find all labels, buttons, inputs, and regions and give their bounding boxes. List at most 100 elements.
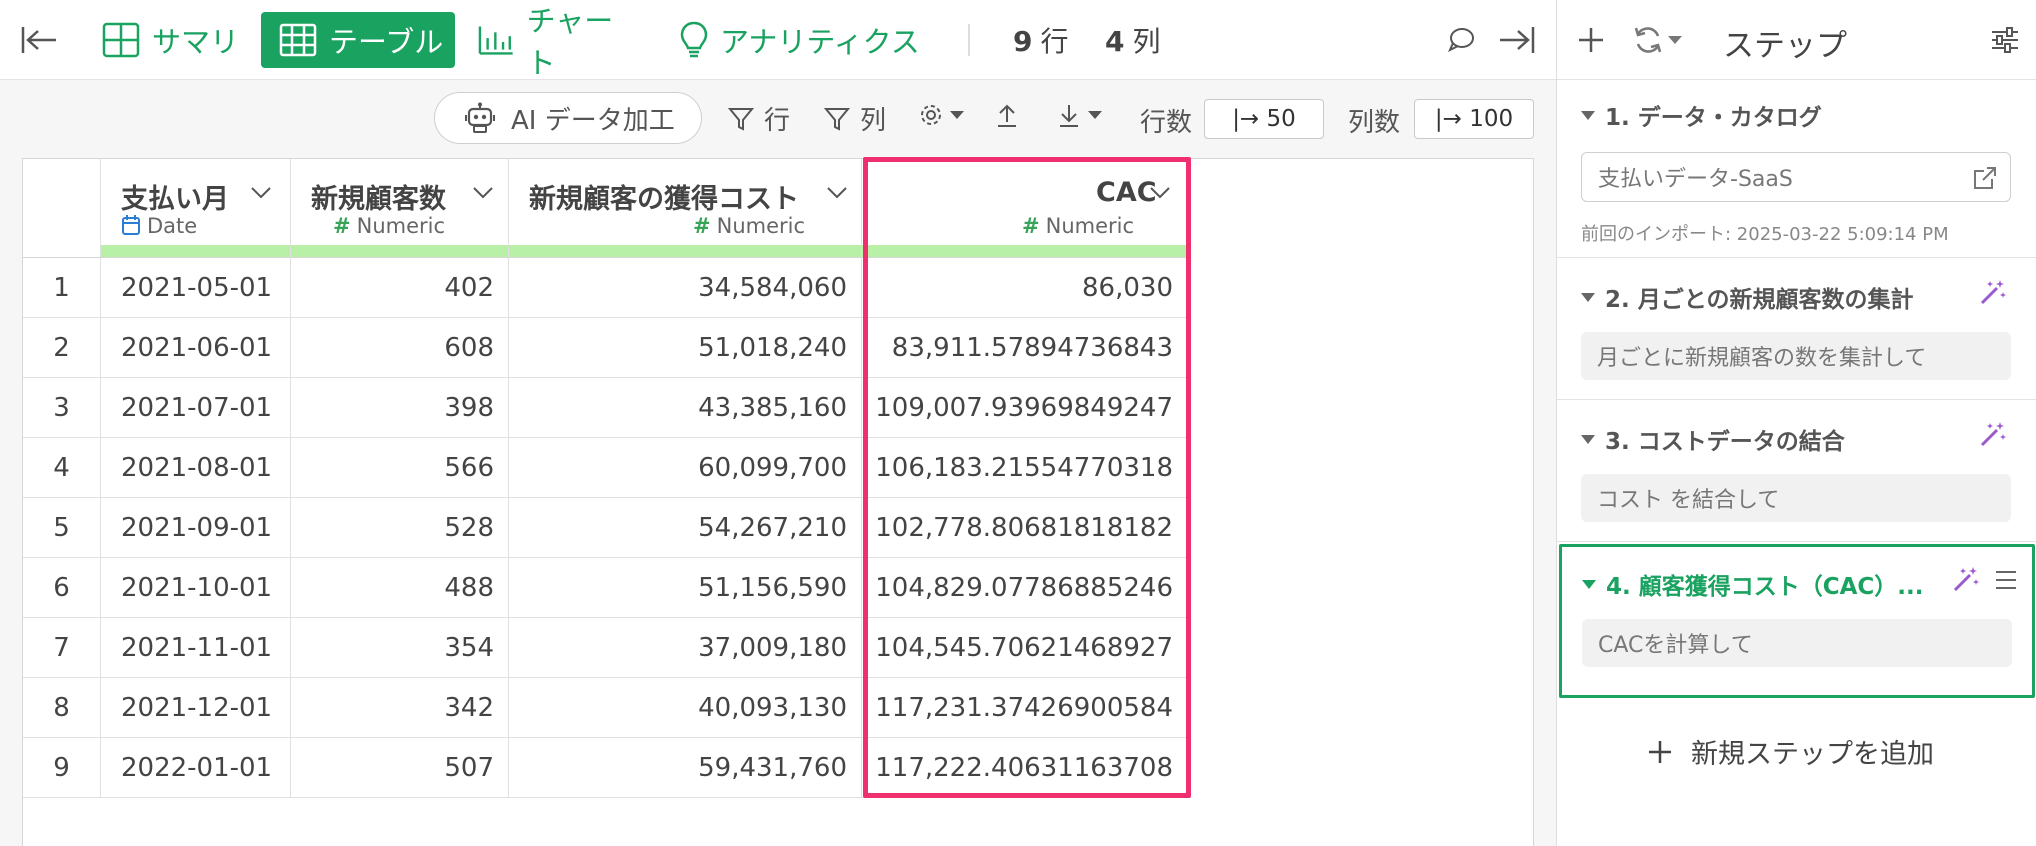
acquisition-cost-cell[interactable]: 60,099,700 [509, 438, 862, 498]
new-customers-cell[interactable]: 398 [291, 378, 509, 438]
hamburger-menu-icon[interactable] [1994, 569, 2018, 591]
step-3[interactable]: 3. コストデータの結合 コスト を結合して [1557, 400, 2036, 542]
step-description[interactable]: 月ごとに新規顧客の数を集計して [1581, 332, 2011, 380]
new-customers-cell[interactable]: 342 [291, 678, 509, 738]
row-count-value: 9 [1013, 25, 1033, 58]
column-header-payment-month[interactable]: 支払い月 Date [101, 159, 291, 258]
app-window: サマリ テーブル チャート アナリティクス 9 行 4 列 AI データ加工 行 列… [0, 0, 2036, 846]
acquisition-cost-cell[interactable]: 34,584,060 [509, 258, 862, 318]
ai-data-process-label: AI データ加工 [511, 105, 675, 136]
payment-month-cell[interactable]: 2021-12-01 [101, 678, 291, 738]
expand-right-icon[interactable] [1496, 20, 1538, 60]
new-customers-cell[interactable]: 528 [291, 498, 509, 558]
cac-cell[interactable]: 86,030 [862, 258, 1188, 318]
payment-month-cell[interactable]: 2021-05-01 [101, 258, 291, 318]
filter-icon [824, 107, 850, 131]
new-customers-cell[interactable]: 488 [291, 558, 509, 618]
acquisition-cost-cell[interactable]: 37,009,180 [509, 618, 862, 678]
rows-limit-input[interactable]: |→ 50 [1204, 99, 1324, 139]
step-source-box[interactable]: 支払いデータ-SaaS [1581, 152, 2011, 202]
chevron-down-icon[interactable] [825, 185, 849, 201]
step-title-label: 3. コストデータの結合 [1605, 429, 1845, 455]
acquisition-cost-cell[interactable]: 51,018,240 [509, 318, 862, 378]
table-icon [279, 23, 317, 57]
download-icon [1060, 105, 1078, 127]
upload-icon[interactable] [994, 102, 1020, 128]
cac-cell[interactable]: 104,545.70621468927 [862, 618, 1188, 678]
payment-month-cell[interactable]: 2021-10-01 [101, 558, 291, 618]
payment-month-cell[interactable]: 2021-11-01 [101, 618, 291, 678]
step-description[interactable]: コスト を結合して [1581, 474, 2011, 522]
cac-cell[interactable]: 104,829.07786885246 [862, 558, 1188, 618]
external-link-icon[interactable] [1972, 165, 1998, 191]
column-type: Date [121, 214, 197, 238]
cac-cell[interactable]: 117,222.40631163708 [862, 738, 1188, 798]
cols-limit-input[interactable]: |→ 100 [1414, 99, 1534, 139]
cac-cell[interactable]: 117,231.37426900584 [862, 678, 1188, 738]
column-header-cac[interactable]: CAC # Numeric [862, 159, 1188, 258]
caret-down-icon [1668, 36, 1682, 44]
row-number: 4 [23, 438, 101, 498]
payment-month-cell[interactable]: 2021-07-01 [101, 378, 291, 438]
download-dropdown[interactable] [1056, 102, 1102, 128]
settings-dropdown[interactable] [918, 102, 964, 128]
calendar-icon [122, 215, 140, 235]
column-filter-label: 列 [860, 106, 887, 136]
step-title: 1. データ・カタログ [1581, 98, 1822, 132]
column-quality-bar [291, 245, 508, 257]
collapse-triangle-icon [1581, 110, 1595, 120]
tab-chart-label: チャート [526, 4, 614, 80]
column-header-acquisition-cost[interactable]: 新規顧客の獲得コスト # Numeric [509, 159, 862, 258]
chevron-down-icon[interactable] [1148, 185, 1172, 201]
add-step-icon[interactable] [1573, 22, 1609, 58]
step-description[interactable]: CACを計算して [1582, 619, 2012, 667]
steps-title: ステップ [1723, 28, 1847, 64]
acquisition-cost-cell[interactable]: 43,385,160 [509, 378, 862, 438]
rows-limit-label: 行数 [1140, 108, 1193, 138]
column-type: # Numeric [333, 214, 445, 238]
last-import-note: 前回のインポート: 2025-03-22 5:09:14 PM [1581, 224, 1949, 245]
step-2[interactable]: 2. 月ごとの新規顧客数の集計 月ごとに新規顧客の数を集計して [1557, 258, 2036, 400]
column-type-label: Numeric [1045, 214, 1135, 238]
new-customers-cell[interactable]: 608 [291, 318, 509, 378]
payment-month-cell[interactable]: 2021-06-01 [101, 318, 291, 378]
acquisition-cost-cell[interactable]: 59,431,760 [509, 738, 862, 798]
acquisition-cost-cell[interactable]: 51,156,590 [509, 558, 862, 618]
new-customers-cell[interactable]: 566 [291, 438, 509, 498]
chevron-down-icon[interactable] [249, 185, 273, 201]
new-customers-cell[interactable]: 354 [291, 618, 509, 678]
step-4[interactable]: 4. 顧客獲得コスト（CAC）... CACを計算して [1559, 544, 2035, 698]
collapse-left-icon[interactable] [18, 20, 60, 60]
chevron-down-icon[interactable] [471, 185, 495, 201]
tab-table[interactable]: テーブル [261, 12, 455, 68]
add-new-step-button[interactable]: 新規ステップを追加 [1647, 732, 1934, 771]
acquisition-cost-cell[interactable]: 40,093,130 [509, 678, 862, 738]
cac-cell[interactable]: 102,778.80681818182 [862, 498, 1188, 558]
tab-summary[interactable]: サマリ [102, 12, 242, 68]
payment-month-cell[interactable]: 2021-08-01 [101, 438, 291, 498]
new-customers-cell[interactable]: 402 [291, 258, 509, 318]
cols-limit-label: 列数 [1348, 108, 1401, 138]
sliders-icon[interactable] [1987, 22, 2023, 58]
acquisition-cost-cell[interactable]: 54,267,210 [509, 498, 862, 558]
step-title: 4. 顧客獲得コスト（CAC）... [1582, 567, 1924, 601]
step-1[interactable]: 1. データ・カタログ 支払いデータ-SaaS 前回のインポート: 2025-0… [1557, 80, 2036, 258]
payment-month-cell[interactable]: 2021-09-01 [101, 498, 291, 558]
cac-cell[interactable]: 106,183.21554770318 [862, 438, 1188, 498]
refresh-dropdown[interactable] [1627, 22, 1687, 58]
cac-cell[interactable]: 109,007.93969849247 [862, 378, 1188, 438]
row-number-header [23, 159, 101, 258]
column-type-label: Numeric [356, 214, 446, 238]
new-customers-cell[interactable]: 507 [291, 738, 509, 798]
column-filter-button[interactable]: 列 [824, 100, 886, 137]
caret-down-icon [1088, 111, 1102, 119]
column-count-unit: 列 [1132, 25, 1161, 58]
payment-month-cell[interactable]: 2022-01-01 [101, 738, 291, 798]
ai-data-process-button[interactable]: AI データ加工 [434, 92, 702, 144]
cac-cell[interactable]: 83,911.57894736843 [862, 318, 1188, 378]
comment-icon[interactable] [1444, 22, 1478, 56]
column-header-new-customers[interactable]: 新規顧客数 # Numeric [291, 159, 509, 258]
tab-chart[interactable]: チャート [478, 4, 638, 80]
row-filter-button[interactable]: 行 [728, 100, 790, 137]
tab-analytics[interactable]: アナリティクス [680, 12, 920, 68]
